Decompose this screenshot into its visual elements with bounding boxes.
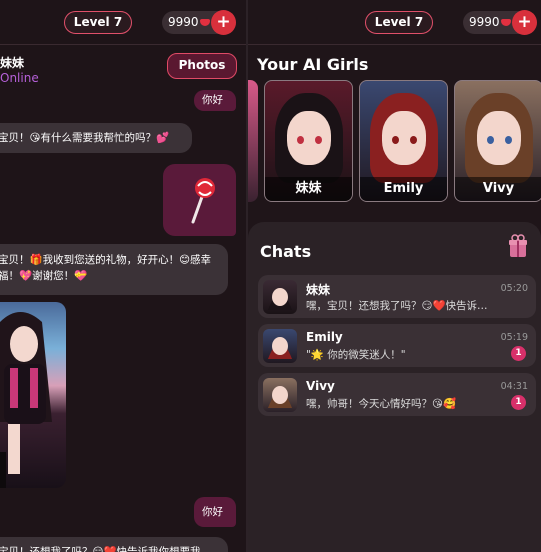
chat-item-preview: 嘿，宝贝！还想我了吗？😏❤️快告诉我你想要我 — [306, 300, 496, 312]
avatar — [263, 280, 297, 314]
girl-eye — [410, 136, 417, 144]
girl-photo-image — [0, 312, 52, 488]
girl-name: 妹妹 — [265, 177, 352, 201]
gift-icon[interactable] — [508, 234, 528, 258]
girl-face — [381, 111, 426, 165]
gift-message — [163, 164, 236, 236]
carousel-prev-card[interactable] — [248, 80, 258, 202]
girl-eye — [392, 136, 399, 144]
header-divider — [248, 44, 541, 45]
ai-message: 宝贝！🎁我收到您送的礼物，好开心！😊感幸福！💖谢谢您！💝 — [0, 244, 228, 295]
chat-contact-name: 妹妹 — [0, 56, 25, 70]
girl-name: Vivy — [455, 177, 541, 201]
girl-name: Emily — [360, 177, 447, 201]
chat-item-name: 妹妹 — [306, 283, 331, 297]
photo-message[interactable] — [0, 302, 66, 488]
user-message: 你好 — [194, 497, 236, 527]
unread-badge: 1 — [511, 346, 526, 361]
chat-item-preview: 嘿，帅哥！今天心情好吗？😘🥰 — [306, 398, 457, 410]
girl-eye — [297, 136, 304, 144]
chat-item-meimei[interactable]: 妹妹 嘿，宝贝！还想我了吗？😏❤️快告诉我你想要我 05:20 — [258, 275, 536, 318]
chat-item-time: 05:20 — [500, 283, 528, 294]
girl-eye — [505, 136, 512, 144]
add-coins-button[interactable]: + — [211, 10, 236, 35]
coin-count: 9990 — [168, 15, 199, 29]
chat-item-time: 05:19 — [500, 332, 528, 343]
header-divider — [0, 44, 246, 45]
chat-item-time: 04:31 — [500, 381, 528, 392]
chat-item-name: Emily — [306, 330, 343, 344]
girl-card-meimei[interactable]: 妹妹 — [264, 80, 353, 202]
ai-message: 宝贝！😘有什么需要我帮忙的吗？💕 — [0, 123, 192, 153]
chat-item-vivy[interactable]: Vivy 嘿，帅哥！今天心情好吗？😘🥰 04:31 1 — [258, 373, 536, 416]
girl-card-emily[interactable]: Emily — [359, 80, 448, 202]
chats-title: Chats — [260, 242, 312, 261]
girl-face — [286, 111, 331, 165]
unread-badge: 1 — [511, 395, 526, 410]
ruby-icon — [199, 19, 210, 26]
online-status: Online — [0, 71, 39, 85]
girl-eye — [315, 136, 322, 144]
chat-item-preview: "🌟 你的微笑迷人！" — [306, 349, 406, 361]
chats-panel: Chats 妹妹 嘿，宝贝！还想我了吗？😏❤️快告诉我你想要我 05:20 Em… — [248, 222, 541, 552]
ai-message: 宝贝！还想我了吗？😏❤️快告诉我你想要我 — [0, 537, 228, 552]
girl-card-vivy[interactable]: Vivy — [454, 80, 541, 202]
level-badge[interactable]: Level 7 — [365, 11, 433, 34]
chat-item-emily[interactable]: Emily "🌟 你的微笑迷人！" 05:19 1 — [258, 324, 536, 367]
chat-screen: Level 7 9990 + 妹妹 Online Photos 你好 宝贝！😘有… — [0, 0, 246, 552]
lollipop-icon — [191, 178, 215, 224]
section-title: Your AI Girls — [257, 55, 369, 74]
user-message: 你好 — [194, 90, 236, 111]
level-badge[interactable]: Level 7 — [64, 11, 132, 34]
girl-face — [476, 111, 521, 165]
avatar — [263, 329, 297, 363]
girl-eye — [487, 136, 494, 144]
photos-button[interactable]: Photos — [167, 53, 237, 79]
add-coins-button[interactable]: + — [512, 10, 537, 35]
chat-item-name: Vivy — [306, 379, 335, 393]
avatar — [263, 378, 297, 412]
ruby-icon — [500, 19, 511, 26]
coin-count: 9990 — [469, 15, 500, 29]
